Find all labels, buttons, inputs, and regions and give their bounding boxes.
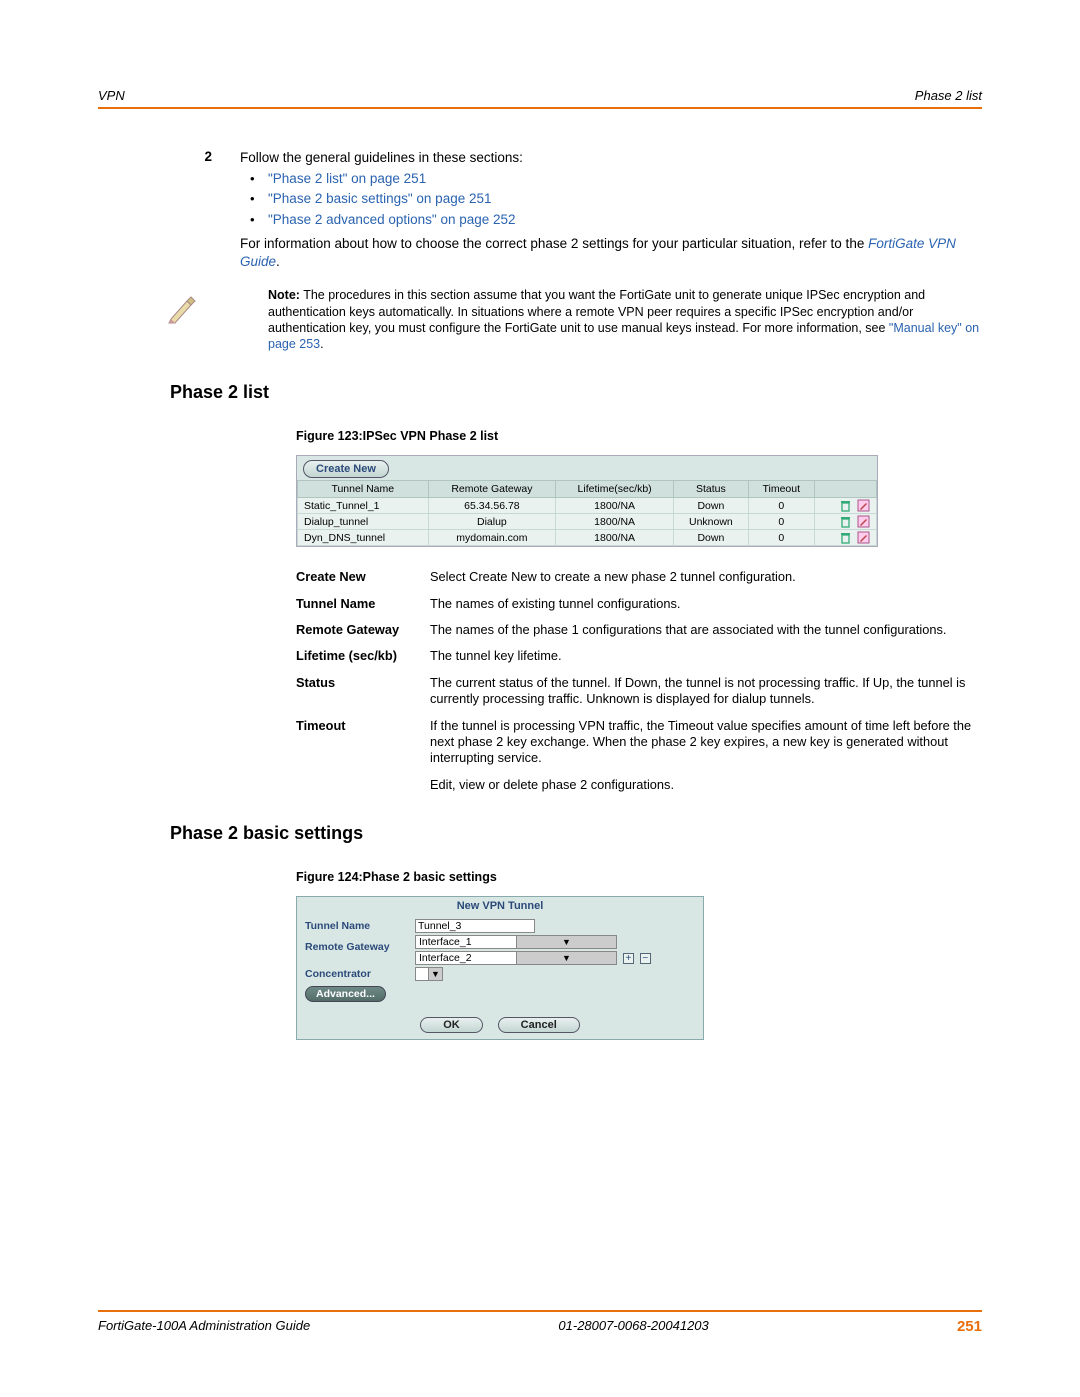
table-row: Dyn_DNS_tunnel mydomain.com 1800/NA Down… [298, 530, 877, 546]
remote-gateway-select-2[interactable]: Interface_2▼ [415, 951, 617, 965]
create-new-button[interactable]: Create New [303, 460, 389, 478]
trash-icon[interactable] [839, 531, 852, 544]
edit-icon[interactable] [857, 499, 870, 512]
step-2: 2 Follow the general guidelines in these… [98, 149, 982, 271]
def-term: Tunnel Name [296, 596, 430, 612]
def-term: Create New [296, 569, 430, 585]
def-term [296, 777, 430, 793]
step-body: Follow the general guidelines in these s… [240, 149, 982, 271]
def-desc: The current status of the tunnel. If Dow… [430, 675, 976, 708]
step-aftertext: For information about how to choose the … [240, 235, 982, 271]
panel-title: New VPN Tunnel [297, 897, 703, 915]
concentrator-select[interactable]: ▼ [415, 967, 443, 981]
def-term: Status [296, 675, 430, 708]
tunnel-name-input[interactable] [415, 919, 535, 933]
col-timeout: Timeout [748, 481, 814, 498]
page-number: 251 [957, 1318, 982, 1335]
def-desc: The tunnel key lifetime. [430, 648, 976, 664]
remove-gateway-button[interactable]: − [640, 953, 651, 964]
step-number: 2 [98, 149, 240, 271]
edit-icon[interactable] [857, 531, 870, 544]
heading-phase2-list: Phase 2 list [170, 382, 982, 403]
def-term: Remote Gateway [296, 622, 430, 638]
note-icon [165, 291, 201, 330]
col-status: Status [673, 481, 748, 498]
col-tunnel-name: Tunnel Name [298, 481, 429, 498]
def-desc: The names of the phase 1 configurations … [430, 622, 976, 638]
chevron-down-icon: ▼ [516, 936, 616, 948]
page-footer: FortiGate-100A Administration Guide 01-2… [98, 1310, 982, 1335]
footer-mid: 01-28007-0068-20041203 [558, 1318, 708, 1335]
ok-button[interactable]: OK [420, 1017, 483, 1033]
note-label: Note: [268, 288, 300, 302]
label-remote-gateway: Remote Gateway [305, 935, 415, 953]
def-desc: The names of existing tunnel configurati… [430, 596, 976, 612]
footer-left: FortiGate-100A Administration Guide [98, 1318, 310, 1335]
page-header: VPN Phase 2 list [98, 88, 982, 109]
table-header-row: Tunnel Name Remote Gateway Lifetime(sec/… [298, 481, 877, 498]
link-phase2-basic[interactable]: "Phase 2 basic settings" on page 251 [268, 191, 492, 206]
remote-gateway-select-1[interactable]: Interface_1▼ [415, 935, 617, 949]
note-block: Note: The procedures in this section ass… [98, 287, 982, 352]
link-phase2-list[interactable]: "Phase 2 list" on page 251 [268, 171, 426, 186]
col-lifetime: Lifetime(sec/kb) [556, 481, 674, 498]
chevron-down-icon: ▼ [428, 968, 442, 980]
trash-icon[interactable] [839, 515, 852, 528]
trash-icon[interactable] [839, 499, 852, 512]
header-left: VPN [98, 88, 125, 103]
heading-phase2-basic: Phase 2 basic settings [170, 823, 982, 844]
figure-124-caption: Figure 124:Phase 2 basic settings [296, 870, 982, 884]
phase2-table: Tunnel Name Remote Gateway Lifetime(sec/… [297, 480, 877, 546]
note-text1: The procedures in this section assume th… [268, 288, 925, 335]
def-desc: Edit, view or delete phase 2 configurati… [430, 777, 976, 793]
def-desc: Select Create New to create a new phase … [430, 569, 976, 585]
chevron-down-icon: ▼ [516, 952, 616, 964]
advanced-button[interactable]: Advanced... [305, 986, 386, 1002]
figure-124-panel: New VPN Tunnel Tunnel Name Remote Gatewa… [296, 896, 704, 1040]
cancel-button[interactable]: Cancel [498, 1017, 580, 1033]
label-concentrator: Concentrator [305, 968, 415, 980]
edit-icon[interactable] [857, 515, 870, 528]
add-gateway-button[interactable]: + [623, 953, 634, 964]
table-row: Dialup_tunnel Dialup 1800/NA Unknown 0 [298, 514, 877, 530]
definition-list: Create NewSelect Create New to create a … [296, 569, 976, 793]
def-term: Timeout [296, 718, 430, 767]
def-term: Lifetime (sec/kb) [296, 648, 430, 664]
table-row: Static_Tunnel_1 65.34.56.78 1800/NA Down… [298, 498, 877, 514]
col-actions [814, 481, 876, 498]
def-desc: If the tunnel is processing VPN traffic,… [430, 718, 976, 767]
figure-123-caption: Figure 123:IPSec VPN Phase 2 list [296, 429, 982, 443]
figure-123-panel: Create New Tunnel Name Remote Gateway Li… [296, 455, 878, 547]
label-tunnel-name: Tunnel Name [305, 920, 415, 932]
link-phase2-advanced[interactable]: "Phase 2 advanced options" on page 252 [268, 212, 516, 227]
header-right: Phase 2 list [915, 88, 982, 103]
step-intro: Follow the general guidelines in these s… [240, 149, 982, 167]
col-remote-gateway: Remote Gateway [428, 481, 556, 498]
